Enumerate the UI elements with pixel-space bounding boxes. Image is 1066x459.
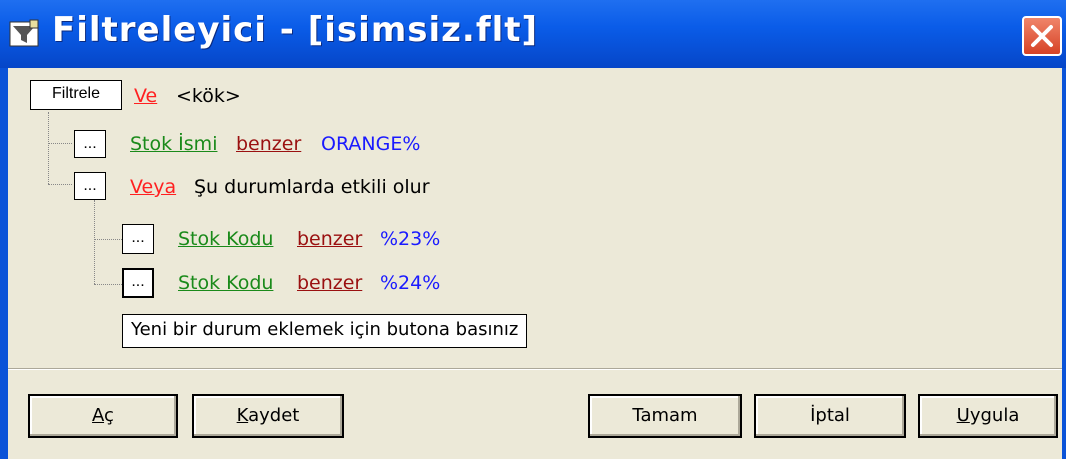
filter-window: Filtreleyici - [isimsiz.flt] Filtrele Ve… xyxy=(0,0,1066,459)
open-label: ç xyxy=(104,405,114,426)
condition-value[interactable]: ORANGE% xyxy=(321,133,420,155)
tree-connector xyxy=(48,143,72,144)
save-button[interactable]: Kaydet xyxy=(192,394,344,438)
root-operator-link[interactable]: Ve xyxy=(134,85,157,107)
group-edit-button[interactable]: ... xyxy=(74,172,106,200)
group-label: Şu durumlarda etkili olur xyxy=(194,176,430,198)
filter-tree: Filtrele Ve <kök> ... Stok İsmi benzer O… xyxy=(8,68,1062,368)
condition-comparator-link[interactable]: benzer xyxy=(236,133,301,155)
tree-connector xyxy=(94,239,122,240)
condition-comparator-link[interactable]: benzer xyxy=(297,228,362,250)
title-bar[interactable]: Filtreleyici - [isimsiz.flt] xyxy=(0,0,1066,68)
root-label: <kök> xyxy=(176,85,241,107)
tree-connector xyxy=(94,284,122,285)
tree-connector xyxy=(94,200,95,284)
divider xyxy=(8,368,1062,370)
tree-connector xyxy=(48,184,72,185)
add-condition-hint[interactable]: Yeni bir durum eklemek için butona basın… xyxy=(122,314,528,348)
condition-field-link[interactable]: Stok Kodu xyxy=(178,228,273,250)
close-icon xyxy=(1031,25,1053,47)
save-label: aydet xyxy=(248,405,300,426)
open-accel: A xyxy=(92,405,105,426)
filter-root-button[interactable]: Filtrele xyxy=(30,80,122,110)
cancel-button[interactable]: İptal xyxy=(754,394,906,438)
ok-button[interactable]: Tamam xyxy=(588,394,742,438)
condition-edit-button[interactable]: ... xyxy=(74,130,106,158)
condition-comparator-link[interactable]: benzer xyxy=(297,272,362,294)
apply-button[interactable]: Uygula xyxy=(918,394,1058,438)
condition-edit-button[interactable]: ... xyxy=(122,224,154,254)
window-title: Filtreleyici - [isimsiz.flt] xyxy=(52,10,539,50)
tree-connector xyxy=(48,112,49,184)
apply-label: ygula xyxy=(969,405,1020,426)
condition-value[interactable]: %23% xyxy=(380,228,440,250)
apply-accel: U xyxy=(956,405,970,426)
filter-app-icon xyxy=(8,18,42,50)
close-button[interactable] xyxy=(1022,16,1062,56)
client-area: Filtrele Ve <kök> ... Stok İsmi benzer O… xyxy=(8,68,1062,459)
condition-value[interactable]: %24% xyxy=(380,272,440,294)
condition-field-link[interactable]: Stok İsmi xyxy=(130,133,217,155)
open-button[interactable]: Aç xyxy=(28,394,178,438)
condition-field-link[interactable]: Stok Kodu xyxy=(178,272,273,294)
condition-edit-button[interactable]: ... xyxy=(122,268,154,298)
save-accel: K xyxy=(236,405,249,426)
group-operator-link[interactable]: Veya xyxy=(130,176,176,198)
